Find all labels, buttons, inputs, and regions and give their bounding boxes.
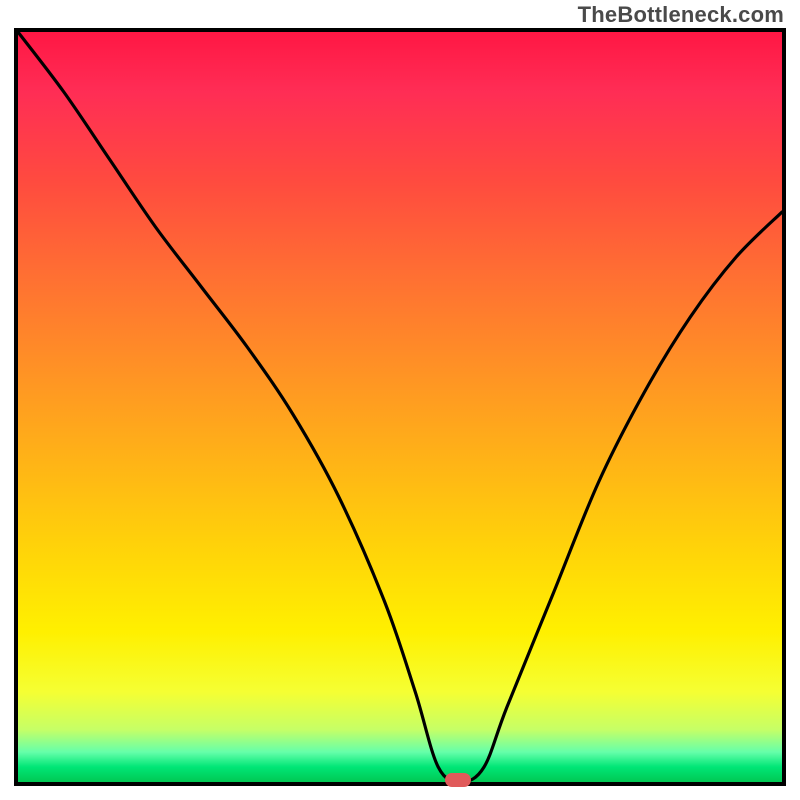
bottleneck-curve [18,32,782,782]
watermark-text: TheBottleneck.com [578,2,784,28]
chart-frame [0,28,800,800]
optimal-marker [445,773,471,787]
plot-area [14,28,786,786]
